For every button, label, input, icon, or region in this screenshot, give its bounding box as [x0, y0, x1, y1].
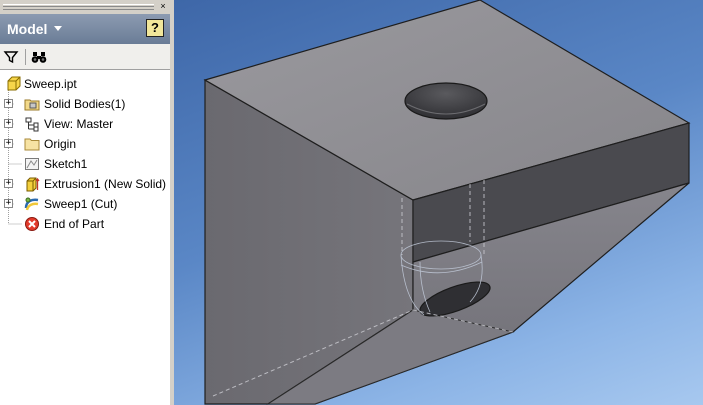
tree-item-label: Sweep1 (Cut)	[44, 197, 118, 211]
solid-bodies-folder-icon	[24, 99, 40, 111]
browser-toolbar	[0, 44, 172, 70]
sketch-icon	[25, 158, 39, 170]
tree-item-sketch1[interactable]: Sketch1	[0, 154, 170, 174]
model-browser-panel: × Model ? Sweep.ipt + Solid Bodies(1) + …	[0, 0, 172, 405]
tree-item-label: End of Part	[44, 217, 105, 231]
tree-item-extrusion1[interactable]: + Extrusion1 (New Solid)	[0, 174, 170, 194]
binoculars-icon[interactable]	[30, 48, 48, 66]
end-of-part-icon	[25, 217, 39, 231]
tree-item-origin[interactable]: + Origin	[0, 134, 170, 154]
extrusion-icon	[26, 177, 40, 192]
tree-item-label: Sweep.ipt	[24, 77, 77, 91]
chevron-down-icon	[54, 26, 62, 31]
tree-item-sweep1[interactable]: + Sweep1 (Cut)	[0, 194, 170, 214]
tree-item-sweep-ipt[interactable]: Sweep.ipt	[0, 74, 170, 94]
panel-grip[interactable]: ×	[0, 0, 172, 14]
tree-item-label: Solid Bodies(1)	[44, 97, 126, 111]
expand-icon[interactable]: +	[4, 99, 13, 108]
help-button[interactable]: ?	[146, 19, 164, 37]
tree-item-label: Sketch1	[44, 157, 88, 171]
tree-item-label: Origin	[44, 137, 77, 151]
help-button-label: ?	[151, 20, 159, 35]
part-icon	[7, 76, 21, 91]
model-tree: Sweep.ipt + Solid Bodies(1) + View: Mast…	[0, 70, 172, 405]
folder-icon	[24, 138, 40, 151]
model-title: Model	[7, 21, 48, 37]
close-icon[interactable]: ×	[158, 1, 168, 11]
tree-item-view-master[interactable]: + View: Master	[0, 114, 170, 134]
sweep-icon	[24, 197, 39, 211]
tree-item-label: Extrusion1 (New Solid)	[44, 177, 167, 191]
model-dropdown[interactable]: Model	[0, 14, 75, 44]
tree-item-end-of-part[interactable]: End of Part	[0, 214, 170, 234]
panel-header: Model ?	[0, 14, 172, 44]
filter-icon[interactable]	[2, 48, 20, 66]
grip-lines	[3, 4, 154, 10]
expand-icon[interactable]: +	[4, 199, 13, 208]
expand-icon[interactable]: +	[4, 179, 13, 188]
graphics-viewport[interactable]	[174, 0, 703, 405]
tree-item-solid-bodies[interactable]: + Solid Bodies(1)	[0, 94, 170, 114]
view-rep-icon	[25, 117, 39, 132]
expand-icon[interactable]: +	[4, 119, 13, 128]
expand-icon[interactable]: +	[4, 139, 13, 148]
tree-item-label: View: Master	[44, 117, 114, 131]
sweep-part-model	[203, 0, 691, 405]
toolbar-separator	[25, 49, 26, 65]
